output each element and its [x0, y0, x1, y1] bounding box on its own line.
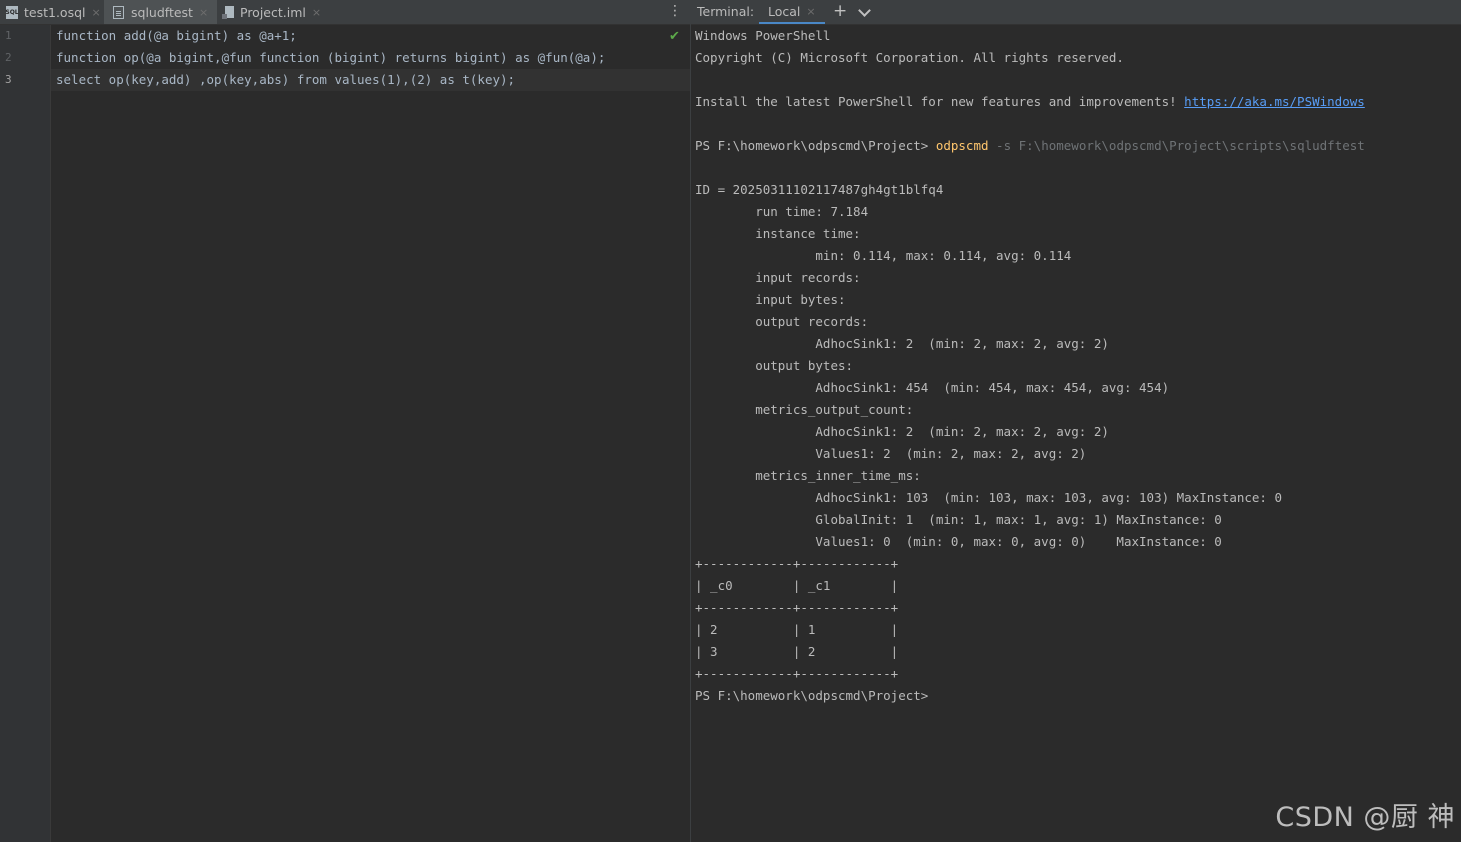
terminal-line-text: PS F:\homework\odpscmd\Project> — [695, 688, 929, 703]
terminal-line-text: +------------+------------+ — [695, 556, 899, 571]
terminal-line: input records: — [695, 267, 1461, 289]
code-line: function add(@a bigint) as @a+1; — [56, 28, 297, 43]
terminal-line-text: | 2 | 1 | — [695, 622, 899, 637]
terminal-line-text: input records: — [695, 270, 861, 285]
terminal-line: instance time: — [695, 223, 1461, 245]
terminal-line-text: metrics_output_count: — [695, 402, 914, 417]
close-icon[interactable]: × — [199, 6, 208, 19]
terminal-line-text: run time: 7.184 — [695, 204, 869, 219]
terminal-line: run time: 7.184 — [695, 201, 1461, 223]
terminal-line-text: min: 0.114, max: 0.114, avg: 0.114 — [695, 248, 1072, 263]
terminal-line-text: +------------+------------+ — [695, 600, 899, 615]
terminal-line-text: +------------+------------+ — [695, 666, 899, 681]
tab-label: Project.iml — [240, 4, 306, 20]
terminal-line: metrics_output_count: — [695, 399, 1461, 421]
close-icon[interactable]: × — [312, 6, 321, 19]
terminal-tab-bar: Terminal: Local × + — [691, 0, 1461, 25]
editor-pane: SQL test1.osql × sqludftest × Project.im… — [0, 0, 690, 842]
terminal-line-text: metrics_inner_time_ms: — [695, 468, 921, 483]
tab-label: test1.osql — [24, 4, 86, 20]
terminal-line: | _c0 | _c1 | — [695, 575, 1461, 597]
check-icon: ✔ — [669, 29, 680, 44]
terminal-line: | 3 | 2 | — [695, 641, 1461, 663]
terminal-command-args: -s F:\homework\odpscmd\Project\scripts\s… — [988, 138, 1365, 153]
terminal-line: GlobalInit: 1 (min: 1, max: 1, avg: 1) M… — [695, 509, 1461, 531]
text-file-icon — [113, 5, 125, 19]
chevron-down-icon[interactable] — [858, 4, 871, 17]
terminal-line-text: Windows PowerShell — [695, 28, 831, 43]
watermark: CSDN @厨 神 — [1275, 802, 1455, 833]
terminal-command: odpscmd — [935, 138, 989, 153]
terminal-line: min: 0.114, max: 0.114, avg: 0.114 — [695, 245, 1461, 267]
terminal-line-text: Values1: 2 (min: 2, max: 2, avg: 2) — [695, 446, 1087, 461]
terminal-line-text: instance time: — [695, 226, 861, 241]
terminal-pane: Terminal: Local × + Windows PowerShell Co… — [691, 0, 1461, 842]
terminal-line: AdhocSink1: 2 (min: 2, max: 2, avg: 2) — [695, 421, 1461, 443]
terminal-label: Terminal: — [697, 4, 755, 19]
terminal-line: +------------+------------+ — [695, 663, 1461, 685]
terminal-line: output records: — [695, 311, 1461, 333]
terminal-line-text: Install the latest PowerShell for new fe… — [695, 94, 1185, 109]
terminal-line: Copyright (C) Microsoft Corporation. All… — [695, 47, 1461, 69]
line-number-current: 3 — [5, 73, 12, 86]
iml-file-icon — [222, 5, 234, 19]
tab-sqludftest[interactable]: sqludftest × — [104, 0, 218, 24]
terminal-line: output bytes: — [695, 355, 1461, 377]
terminal-line-text: | _c0 | _c1 | — [695, 578, 899, 593]
line-number-gutter: 1 2 3 — [0, 25, 51, 842]
terminal-line-text: | 3 | 2 | — [695, 644, 899, 659]
terminal-line-text: ID = 20250311102117487gh4gt1blfq4 — [695, 182, 944, 197]
more-options-icon[interactable]: ⋮ — [668, 4, 682, 18]
code-line: select op(key,add) ,op(key,abs) from val… — [56, 72, 516, 87]
terminal-line: metrics_inner_time_ms: — [695, 465, 1461, 487]
code-line: function op(@a bigint,@fun function (big… — [56, 50, 606, 65]
terminal-line-text: PS F:\homework\odpscmd\Project> — [695, 138, 936, 153]
terminal-line: Values1: 2 (min: 2, max: 2, avg: 2) — [695, 443, 1461, 465]
terminal-line-text: GlobalInit: 1 (min: 1, max: 1, avg: 1) M… — [695, 512, 1222, 527]
terminal-line-text: AdhocSink1: 2 (min: 2, max: 2, avg: 2) — [695, 336, 1109, 351]
terminal-line-text: input bytes: — [695, 292, 846, 307]
terminal-line-text: AdhocSink1: 103 (min: 103, max: 103, avg… — [695, 490, 1282, 505]
terminal-line: Install the latest PowerShell for new fe… — [695, 91, 1461, 113]
code-editor[interactable]: function add(@a bigint) as @a+1; functio… — [51, 25, 690, 842]
tab-test1-osql[interactable]: SQL test1.osql × — [5, 0, 101, 24]
line-number: 1 — [5, 29, 12, 42]
terminal-line: Values1: 0 (min: 0, max: 0, avg: 0) MaxI… — [695, 531, 1461, 553]
close-icon[interactable]: × — [92, 6, 101, 19]
terminal-line: ID = 20250311102117487gh4gt1blfq4 — [695, 179, 1461, 201]
terminal-line: input bytes: — [695, 289, 1461, 311]
terminal-line: Windows PowerShell — [695, 25, 1461, 47]
add-icon[interactable]: + — [833, 1, 847, 21]
terminal-line-text: output bytes: — [695, 358, 854, 373]
tab-label: sqludftest — [131, 4, 193, 20]
terminal-line: +------------+------------+ — [695, 597, 1461, 619]
terminal-line: AdhocSink1: 103 (min: 103, max: 103, avg… — [695, 487, 1461, 509]
tab-project-iml[interactable]: Project.iml × — [222, 0, 321, 24]
terminal-line-text: AdhocSink1: 2 (min: 2, max: 2, avg: 2) — [695, 424, 1109, 439]
terminal-line: AdhocSink1: 2 (min: 2, max: 2, avg: 2) — [695, 333, 1461, 355]
terminal-output[interactable]: Windows PowerShell Copyright (C) Microsof… — [695, 25, 1461, 707]
terminal-line-text: output records: — [695, 314, 869, 329]
close-icon[interactable]: × — [806, 5, 815, 18]
terminal-line-text: Copyright (C) Microsoft Corporation. All… — [695, 50, 1124, 65]
terminal-line-text: AdhocSink1: 454 (min: 454, max: 454, avg… — [695, 380, 1170, 395]
terminal-line: AdhocSink1: 454 (min: 454, max: 454, avg… — [695, 377, 1461, 399]
terminal-line: PS F:\homework\odpscmd\Project> odpscmd … — [695, 135, 1461, 157]
terminal-line: +------------+------------+ — [695, 553, 1461, 575]
line-number: 2 — [5, 51, 12, 64]
terminal-line: PS F:\homework\odpscmd\Project> — [695, 685, 1461, 707]
terminal-line-text: Values1: 0 (min: 0, max: 0, avg: 0) MaxI… — [695, 534, 1222, 549]
terminal-line: | 2 | 1 | — [695, 619, 1461, 641]
sql-file-icon: SQL — [5, 5, 19, 19]
powershell-link[interactable]: https://aka.ms/PSWindows — [1184, 94, 1365, 109]
tab-label: Local — [768, 3, 801, 19]
tab-local[interactable]: Local × — [759, 0, 825, 24]
editor-tab-bar: SQL test1.osql × sqludftest × Project.im… — [0, 0, 690, 25]
